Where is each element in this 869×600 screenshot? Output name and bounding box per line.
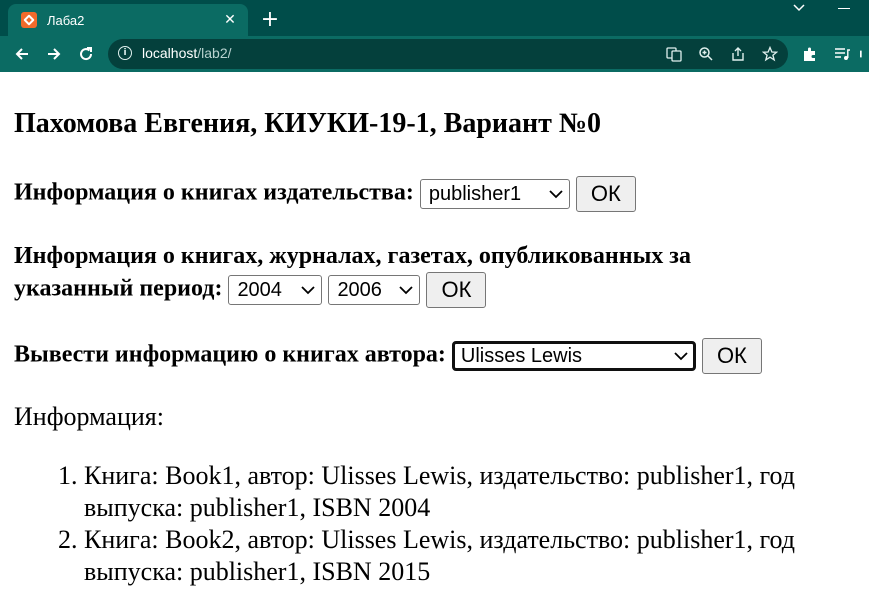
results-list: Книга: Book1, автор: Ulisses Lewis, изда… xyxy=(14,460,864,588)
minimize-window-icon[interactable] xyxy=(838,0,869,16)
author-ok-button[interactable]: ОК xyxy=(701,338,762,374)
list-item: Книга: Book1, автор: Ulisses Lewis, изда… xyxy=(84,460,864,524)
share-icon[interactable] xyxy=(728,44,748,64)
site-info-icon[interactable]: i xyxy=(118,46,132,60)
profile-icon[interactable] xyxy=(860,44,869,64)
period-label-line2: указанный период: xyxy=(14,275,223,302)
back-icon[interactable] xyxy=(8,40,36,68)
chevron-down-icon xyxy=(549,187,563,201)
media-queue-icon[interactable] xyxy=(832,44,852,64)
page-title: Пахомова Евгения, КИУКИ-19-1, Вариант №0 xyxy=(14,108,602,139)
author-select[interactable]: Ulisses Lewis xyxy=(451,341,696,371)
chevron-down-icon xyxy=(674,349,688,363)
translate-icon[interactable] xyxy=(664,44,684,64)
period-from-select[interactable]: 2004 xyxy=(228,275,323,305)
tab-strip: Лаба2 ✕ + xyxy=(0,0,869,36)
url-text[interactable]: localhost/lab2/ xyxy=(142,45,232,61)
zoom-icon[interactable] xyxy=(696,44,716,64)
chevron-down-icon xyxy=(399,283,414,297)
publisher-select-value: publisher1 xyxy=(428,183,522,205)
author-select-value: Ulisses Lewis xyxy=(460,345,583,367)
period-ok-button[interactable]: ОК xyxy=(426,272,487,308)
star-icon[interactable] xyxy=(760,44,780,64)
reload-icon[interactable] xyxy=(72,40,100,68)
period-form: Информация о книгах, журналах, газетах, … xyxy=(14,240,864,308)
chevron-down-icon xyxy=(301,283,316,297)
puzzle-icon[interactable] xyxy=(800,44,820,64)
address-bar[interactable]: i localhost/lab2/ xyxy=(108,39,788,69)
period-from-value: 2004 xyxy=(237,279,282,301)
publisher-ok-button[interactable]: ОК xyxy=(575,176,636,212)
publisher-form: Информация о книгах издательства: publis… xyxy=(14,176,636,212)
tab-title: Лаба2 xyxy=(47,12,85,28)
url-host: localhost xyxy=(142,45,198,61)
forward-icon[interactable] xyxy=(40,40,68,68)
close-tab-icon[interactable]: ✕ xyxy=(220,10,240,30)
period-to-select[interactable]: 2006 xyxy=(328,275,421,305)
browser-tab[interactable]: Лаба2 ✕ xyxy=(8,4,248,36)
tab-search-icon[interactable] xyxy=(788,0,810,16)
period-to-value: 2006 xyxy=(337,279,382,301)
new-tab-button[interactable]: + xyxy=(256,6,284,34)
author-form: Вывести информацию о книгах автора: Ulis… xyxy=(14,338,762,374)
list-item: Книга: Book2, автор: Ulisses Lewis, изда… xyxy=(84,524,864,588)
author-label: Вывести информацию о книгах автора: xyxy=(14,341,446,368)
url-path: /lab2/ xyxy=(197,45,232,61)
publisher-label: Информация о книгах издательства: xyxy=(14,179,414,206)
publisher-select[interactable]: publisher1 xyxy=(419,179,570,209)
period-label-line1: Информация о книгах, журналах, газетах, … xyxy=(14,243,691,269)
browser-toolbar: i localhost/lab2/ xyxy=(0,36,869,72)
xampp-icon xyxy=(21,12,37,28)
info-label: Информация: xyxy=(14,402,164,431)
